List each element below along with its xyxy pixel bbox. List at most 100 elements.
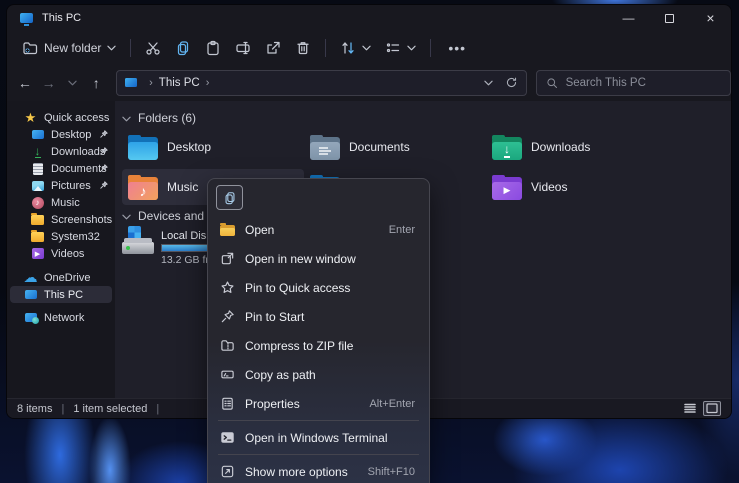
back-button[interactable]: ← [13, 71, 37, 95]
document-icon [31, 162, 44, 175]
address-bar[interactable]: › This PC › [116, 70, 526, 96]
navigation-bar: ← → ↑ › This PC › Search This PC [7, 64, 731, 101]
menu-item-copy-as-path[interactable]: Copy as path [212, 360, 425, 389]
desktop-icon [31, 128, 44, 141]
share-icon [265, 40, 281, 56]
music-folder-icon: ♪ [128, 175, 158, 200]
menu-separator [218, 454, 419, 455]
sidebar-item-system32[interactable]: System32 [7, 228, 115, 245]
new-folder-button[interactable]: New folder [15, 35, 123, 61]
breadcrumb[interactable]: This PC [159, 77, 200, 89]
folder-tile-videos[interactable]: ▶ Videos [486, 169, 668, 205]
pin-icon [100, 146, 108, 158]
share-button[interactable] [258, 35, 288, 61]
status-divider: | [61, 403, 64, 415]
network-icon [24, 311, 37, 324]
context-menu-quick-actions [212, 184, 425, 215]
pin-icon [100, 163, 108, 175]
open-folder-icon [220, 224, 235, 236]
context-menu: Open Enter Open in new window Pin to Qui… [207, 178, 430, 483]
zip-folder-icon [220, 338, 235, 353]
star-icon: ★ [24, 111, 37, 124]
hard-drive-icon [122, 226, 156, 256]
pin-star-icon [220, 280, 235, 295]
sidebar-item-music[interactable]: ♪ Music [7, 194, 115, 211]
refresh-icon[interactable] [505, 76, 518, 89]
details-view-button[interactable] [681, 401, 699, 416]
copy-path-icon [220, 367, 235, 382]
sidebar-item-screenshots[interactable]: Screenshots [7, 211, 115, 228]
rename-button[interactable] [228, 35, 258, 61]
title-bar[interactable]: This PC — × [7, 5, 731, 31]
copy-quick-button[interactable] [216, 185, 243, 210]
menu-item-pin-start[interactable]: Pin to Start [212, 302, 425, 331]
navigation-pane: ★ Quick access Desktop ↓ Downloads Docum… [7, 101, 115, 398]
search-input[interactable]: Search This PC [536, 70, 731, 96]
folder-tile-downloads[interactable]: ↓ Downloads [486, 129, 668, 165]
delete-button[interactable] [288, 35, 318, 61]
selected-count: 1 item selected [73, 403, 147, 415]
videos-folder-icon: ▶ [492, 175, 522, 200]
collapse-chevron-icon [122, 111, 131, 125]
toolbar-divider [325, 39, 326, 57]
sidebar-item-onedrive[interactable]: ☁ OneDrive [7, 269, 115, 286]
folder-tile-documents[interactable]: Documents [304, 129, 486, 165]
folders-section-header[interactable]: Folders (6) [122, 111, 196, 125]
pin-icon [100, 129, 108, 141]
recent-locations-chevron[interactable] [61, 71, 85, 95]
desktop-wallpaper: This PC — × New folder [0, 0, 739, 483]
menu-item-compress-zip[interactable]: Compress to ZIP file [212, 331, 425, 360]
sidebar-item-pictures[interactable]: Pictures [7, 177, 115, 194]
search-placeholder: Search This PC [566, 77, 646, 89]
forward-button[interactable]: → [37, 71, 61, 95]
pin-icon [100, 180, 108, 192]
copy-button[interactable] [168, 35, 198, 61]
sidebar-item-videos[interactable]: ▶ Videos [7, 245, 115, 262]
videos-icon: ▶ [31, 247, 44, 260]
sidebar-item-quick-access[interactable]: ★ Quick access [7, 109, 115, 126]
up-button[interactable]: ↑ [84, 71, 108, 95]
status-divider: | [156, 403, 159, 415]
menu-item-open-new-window[interactable]: Open in new window [212, 244, 425, 273]
sort-icon [340, 40, 356, 56]
folder-icon [31, 230, 44, 243]
sidebar-item-documents[interactable]: Documents [7, 160, 115, 177]
delete-icon [295, 40, 311, 56]
close-button[interactable]: × [690, 5, 731, 31]
folder-tile-desktop[interactable]: Desktop [122, 129, 304, 165]
rename-icon [235, 40, 251, 56]
cut-icon [145, 40, 161, 56]
menu-item-show-more-options[interactable]: Show more options Shift+F10 [212, 457, 425, 483]
new-folder-icon [22, 40, 38, 56]
view-button[interactable] [378, 35, 423, 61]
large-icons-view-button[interactable] [703, 401, 721, 416]
pin-icon [220, 309, 235, 324]
paste-button[interactable] [198, 35, 228, 61]
address-dropdown-chevron[interactable] [484, 80, 493, 86]
downloads-icon: ↓ [31, 145, 44, 158]
copy-icon [175, 40, 191, 56]
terminal-icon [220, 430, 235, 445]
menu-item-open-windows-terminal[interactable]: Open in Windows Terminal [212, 423, 425, 452]
minimize-button[interactable]: — [608, 5, 649, 31]
sidebar-item-this-pc[interactable]: This PC [10, 286, 112, 303]
collapse-chevron-icon [122, 209, 131, 223]
sort-button[interactable] [333, 35, 378, 61]
menu-item-properties[interactable]: Properties Alt+Enter [212, 389, 425, 418]
maximize-button[interactable] [649, 5, 690, 31]
maximize-icon [665, 14, 674, 23]
sidebar-item-network[interactable]: Network [7, 309, 115, 326]
onedrive-cloud-icon: ☁ [24, 271, 37, 284]
window-title: This PC [42, 12, 81, 24]
command-bar: New folder [7, 31, 731, 64]
see-more-button[interactable]: ••• [438, 40, 476, 56]
documents-folder-icon [310, 135, 340, 160]
sidebar-item-downloads[interactable]: ↓ Downloads [7, 143, 115, 160]
cut-button[interactable] [138, 35, 168, 61]
menu-item-open[interactable]: Open Enter [212, 215, 425, 244]
menu-item-pin-quick-access[interactable]: Pin to Quick access [212, 273, 425, 302]
sidebar-item-desktop[interactable]: Desktop [7, 126, 115, 143]
downloads-folder-icon: ↓ [492, 135, 522, 160]
properties-icon [220, 396, 235, 411]
pictures-icon [31, 179, 44, 192]
